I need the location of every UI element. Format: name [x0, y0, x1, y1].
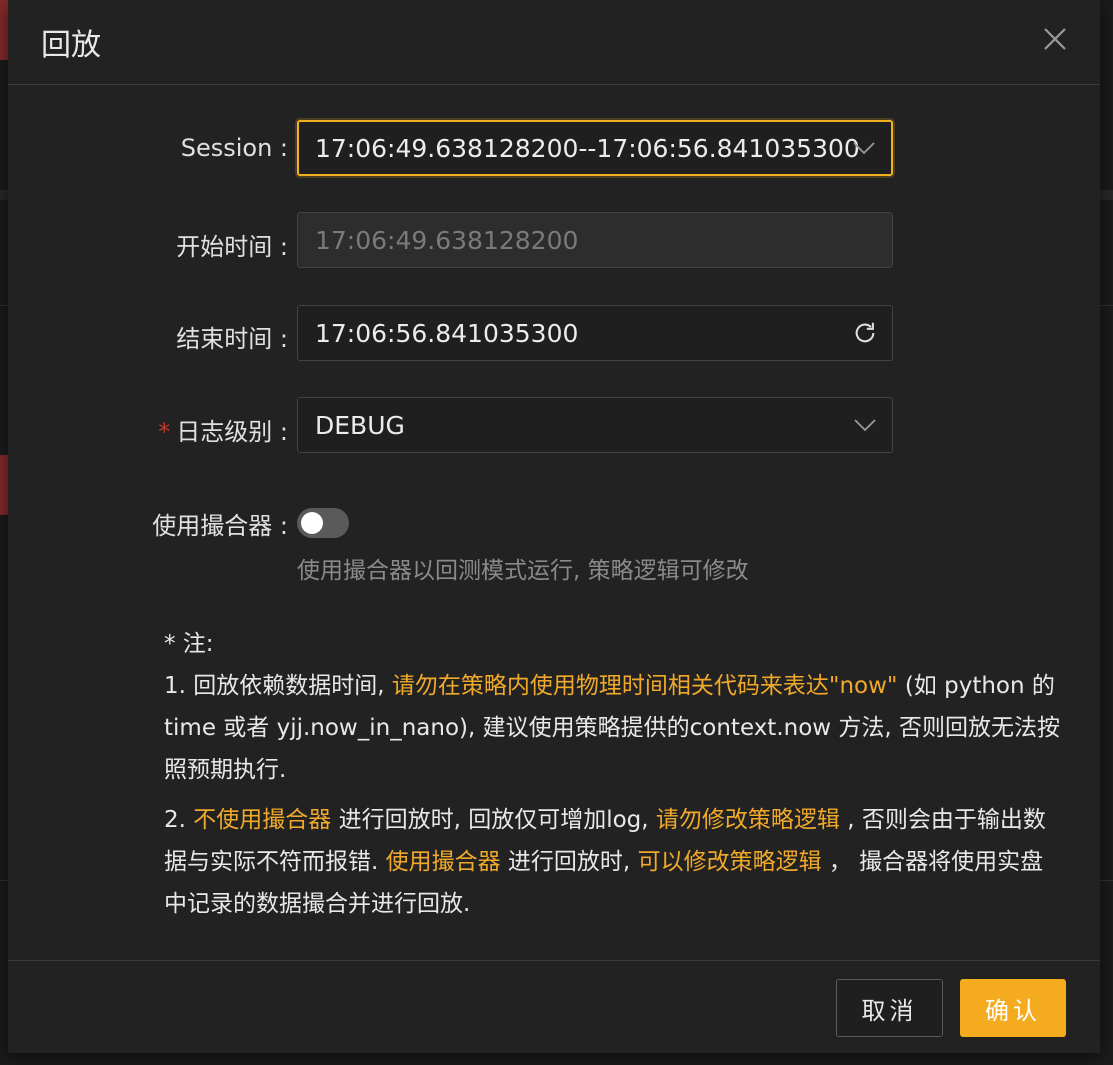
- dialog-header: 回放: [8, 0, 1100, 85]
- start-time-input[interactable]: 17:06:49.638128200: [297, 212, 893, 268]
- cancel-button[interactable]: 取消: [836, 979, 943, 1037]
- note-text: 1. 回放依赖数据时间,: [164, 673, 392, 699]
- dialog-title: 回放: [41, 28, 101, 63]
- log-level-select[interactable]: DEBUG: [297, 397, 893, 453]
- note-highlight: 可以修改策略逻辑: [637, 849, 822, 875]
- use-matcher-label: 使用撮合器 :: [152, 512, 288, 540]
- background-marker: [0, 455, 8, 515]
- chevron-down-icon: [852, 412, 878, 438]
- note-text: 进行回放时,: [500, 849, 638, 875]
- close-button[interactable]: [1040, 24, 1070, 54]
- note-paragraph-1: 1. 回放依赖数据时间, 请勿在策略内使用物理时间相关代码来表达"now" (如…: [164, 665, 1064, 791]
- start-time-label: 开始时间 :: [176, 233, 288, 261]
- note-highlight: 不使用撮合器: [193, 807, 332, 833]
- note-highlight: 请勿在策略内使用物理时间相关代码来表达"now": [391, 673, 898, 699]
- toggle-knob: [301, 512, 323, 534]
- end-time-input[interactable]: 17:06:56.841035300: [297, 305, 893, 361]
- note-text: 2.: [164, 807, 194, 833]
- close-icon: [1044, 28, 1066, 50]
- log-level-label: * 日志级别 :: [158, 412, 288, 447]
- session-value: 17:06:49.638128200--17:06:56.841035300: [315, 133, 860, 163]
- log-level-label-text: 日志级别 :: [176, 418, 288, 446]
- note-highlight: 使用撮合器: [385, 849, 501, 875]
- session-select[interactable]: 17:06:49.638128200--17:06:56.841035300: [297, 120, 893, 176]
- chevron-down-icon: [851, 135, 877, 161]
- log-level-row: * 日志级别 : DEBUG: [8, 397, 1100, 457]
- refresh-icon[interactable]: [852, 320, 878, 346]
- required-mark: *: [158, 418, 171, 446]
- use-matcher-toggle[interactable]: [297, 508, 349, 538]
- note-paragraph-2: 2. 不使用撮合器 进行回放时, 回放仅可增加log, 请勿修改策略逻辑 , 否…: [164, 799, 1064, 925]
- start-time-value: 17:06:49.638128200: [315, 225, 579, 255]
- log-level-value: DEBUG: [315, 410, 405, 440]
- start-time-row: 开始时间 : 17:06:49.638128200: [8, 212, 1100, 272]
- note-heading: * 注:: [164, 631, 214, 657]
- end-time-label: 结束时间 :: [176, 325, 288, 353]
- note-text: 进行回放时, 回放仅可增加log,: [331, 807, 656, 833]
- dialog-footer: 取消 确认: [8, 960, 1100, 1053]
- replay-dialog: 回放 Session : 17:06:49.638128200--17:06:5…: [8, 0, 1100, 1053]
- session-row: Session : 17:06:49.638128200--17:06:56.8…: [8, 120, 1100, 180]
- confirm-button[interactable]: 确认: [960, 979, 1066, 1037]
- background-marker: [0, 0, 8, 60]
- end-time-value: 17:06:56.841035300: [315, 318, 579, 348]
- use-matcher-help: 使用撮合器以回测模式运行, 策略逻辑可修改: [297, 558, 749, 584]
- note-section: * 注: 1. 回放依赖数据时间, 请勿在策略内使用物理时间相关代码来表达"no…: [164, 623, 1064, 925]
- end-time-row: 结束时间 : 17:06:56.841035300: [8, 305, 1100, 365]
- session-label: Session :: [180, 134, 288, 162]
- note-highlight: 请勿修改策略逻辑: [655, 807, 840, 833]
